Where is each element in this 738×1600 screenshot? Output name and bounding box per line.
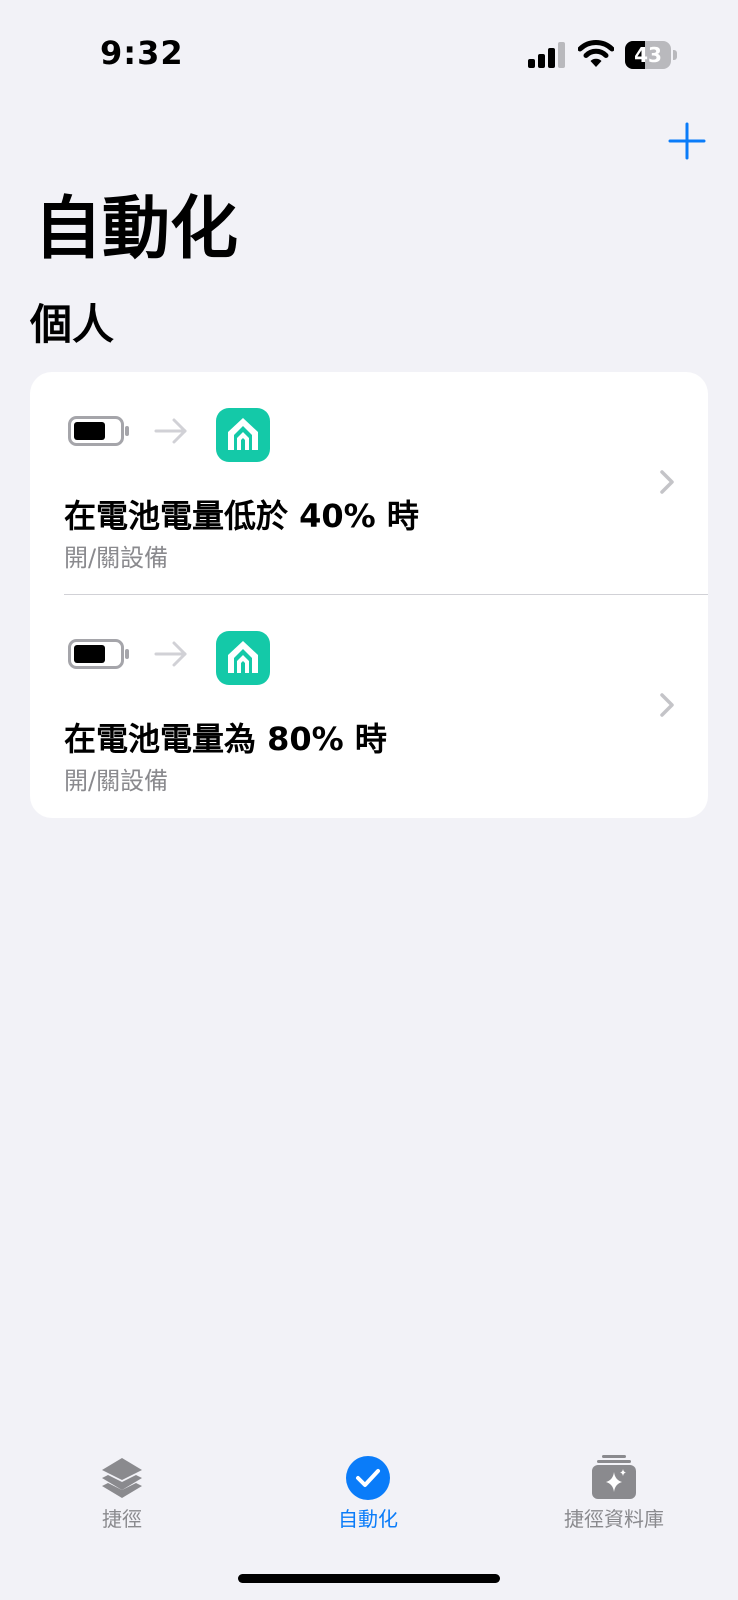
tab-automation[interactable]: 自動化: [268, 1440, 468, 1540]
layers-icon: [102, 1458, 142, 1498]
home-app-icon: [216, 408, 270, 462]
tab-shortcuts[interactable]: 捷徑: [22, 1440, 222, 1540]
check-circle-icon: [346, 1456, 390, 1500]
tab-label: 捷徑: [102, 1507, 142, 1531]
automation-subtitle: 開/關設備: [64, 767, 169, 795]
automation-subtitle: 開/關設備: [64, 544, 169, 572]
home-app-icon: [216, 631, 270, 685]
gallery-icon: [592, 1455, 636, 1499]
tab-label: 自動化: [338, 1507, 398, 1531]
battery-status-icon: 43: [625, 41, 677, 69]
automation-title: 在電池電量低於 40% 時: [64, 497, 419, 535]
battery-icon: [68, 639, 129, 669]
wifi-icon: [578, 40, 614, 67]
page-title: 自動化: [34, 190, 239, 269]
automation-row[interactable]: 在電池電量低於 40% 時 開/關設備: [30, 372, 708, 595]
plus-icon: [668, 122, 706, 160]
section-title: 個人: [30, 300, 115, 349]
chevron-right-icon: [660, 693, 674, 717]
add-automation-button[interactable]: [664, 118, 710, 164]
cellular-signal-icon: [528, 42, 565, 68]
arrow-right-icon: [154, 418, 187, 444]
automation-title: 在電池電量為 80% 時: [64, 720, 387, 758]
status-bar: 9:32 43: [0, 0, 738, 110]
home-indicator: [238, 1574, 500, 1583]
battery-percent: 43: [634, 43, 662, 67]
arrow-right-icon: [154, 641, 187, 667]
tab-label: 捷徑資料庫: [564, 1507, 664, 1531]
chevron-right-icon: [660, 470, 674, 494]
tab-gallery[interactable]: 捷徑資料庫: [514, 1440, 714, 1540]
automation-list: 在電池電量低於 40% 時 開/關設備 在電池電量為 80% 時 開/關設備: [30, 372, 708, 818]
battery-icon: [68, 416, 129, 446]
status-time: 9:32: [100, 34, 184, 72]
automation-row[interactable]: 在電池電量為 80% 時 開/關設備: [30, 595, 708, 818]
